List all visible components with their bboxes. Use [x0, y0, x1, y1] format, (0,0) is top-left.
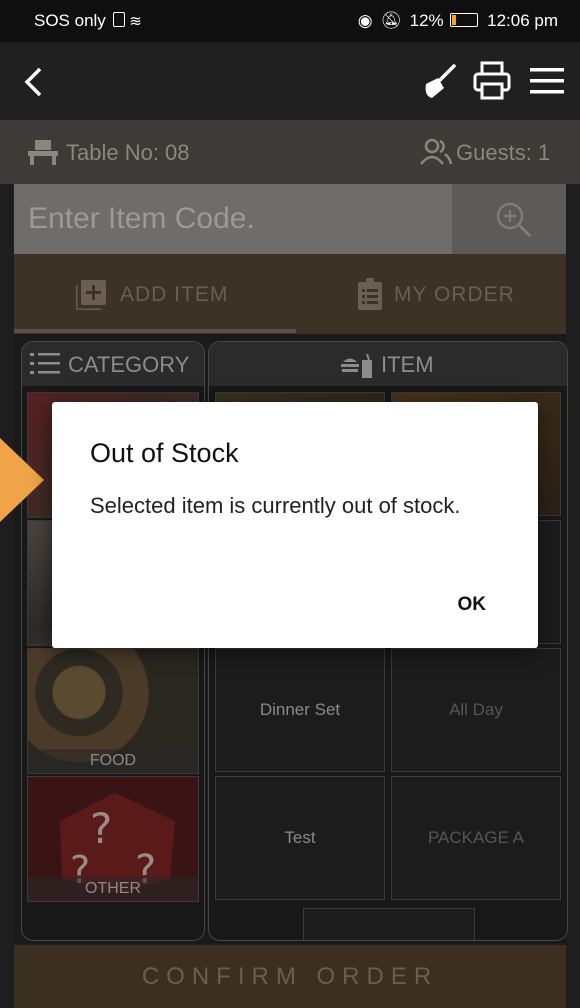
tab-my-order-label: MY ORDER [394, 283, 515, 306]
guest-count: Guests: 1 [456, 140, 551, 165]
search-button[interactable] [452, 184, 566, 254]
item-tile-all-day[interactable]: All Day [391, 648, 561, 772]
pointer-arrow-icon [0, 438, 44, 522]
item-label: Test [284, 828, 316, 847]
item-label: Dinner Set [259, 700, 341, 719]
item-tile-partial [303, 908, 475, 940]
out-of-stock-dialog: Out of Stock Selected item is currently … [52, 402, 538, 648]
dialog-title: Out of Stock [90, 438, 239, 468]
item-tile-test[interactable]: Test [215, 776, 385, 900]
clipboard-icon [358, 278, 382, 310]
category-title: CATEGORY [68, 352, 190, 377]
dialog-message: Selected item is currently out of stock. [90, 493, 461, 518]
item-code-search [14, 184, 452, 254]
item-tile-dinner-set[interactable]: Dinner Set [215, 648, 385, 772]
item-tile-package-a[interactable]: PACKAGE A [391, 776, 561, 900]
item-header: ITEM [209, 342, 567, 386]
guests-icon [420, 138, 452, 165]
ok-button[interactable]: OK [458, 594, 487, 616]
menu-icon[interactable] [528, 64, 566, 98]
item-label: All Day [449, 700, 503, 719]
category-item-food[interactable]: FOOD [27, 648, 199, 774]
add-box-icon [76, 280, 106, 310]
item-title: ITEM [381, 352, 434, 377]
chair-icon [28, 140, 58, 165]
order-tabs: ADD ITEM MY ORDER [14, 254, 566, 334]
selected-tab-indicator [14, 329, 296, 333]
tab-add-item-label: ADD ITEM [120, 283, 229, 306]
carrier-status: SOS only ≋ [34, 11, 142, 30]
back-chevron-icon[interactable] [22, 66, 44, 98]
system-status: ◉ 🔕︎ 12% 12:06 pm [357, 11, 558, 30]
mute-icon: 🔕︎ [380, 11, 402, 30]
broom-icon[interactable] [418, 62, 458, 102]
tab-add-item[interactable]: ADD ITEM [14, 254, 296, 334]
list-icon [30, 353, 60, 374]
food-drink-icon [341, 354, 372, 378]
tab-my-order[interactable]: MY ORDER [296, 254, 566, 334]
wifi-icon: ≋ [129, 13, 142, 30]
category-item-other[interactable]: ? ? ? OTHER [27, 776, 199, 902]
category-header: CATEGORY [22, 342, 204, 386]
battery-icon [450, 13, 479, 27]
sim-icon [112, 12, 125, 27]
zoom-in-icon [496, 202, 532, 238]
table-number: Table No: 08 [66, 140, 190, 165]
item-label: PACKAGE A [427, 828, 525, 847]
category-label-food: FOOD [28, 749, 198, 773]
printer-icon[interactable] [472, 60, 512, 102]
table-info-bar: Table No: 08 Guests: 1 [0, 120, 580, 184]
app-toolbar [0, 42, 580, 120]
status-bar: SOS only ≋ ◉ 🔕︎ 12% 12:06 pm [0, 0, 580, 42]
confirm-order-button[interactable]: CONFIRM ORDER [14, 945, 566, 1008]
svg-text:?: ? [90, 804, 112, 853]
eye-icon: ◉ [357, 11, 373, 30]
category-label-other: OTHER [28, 877, 198, 901]
item-code-input[interactable] [14, 184, 452, 254]
